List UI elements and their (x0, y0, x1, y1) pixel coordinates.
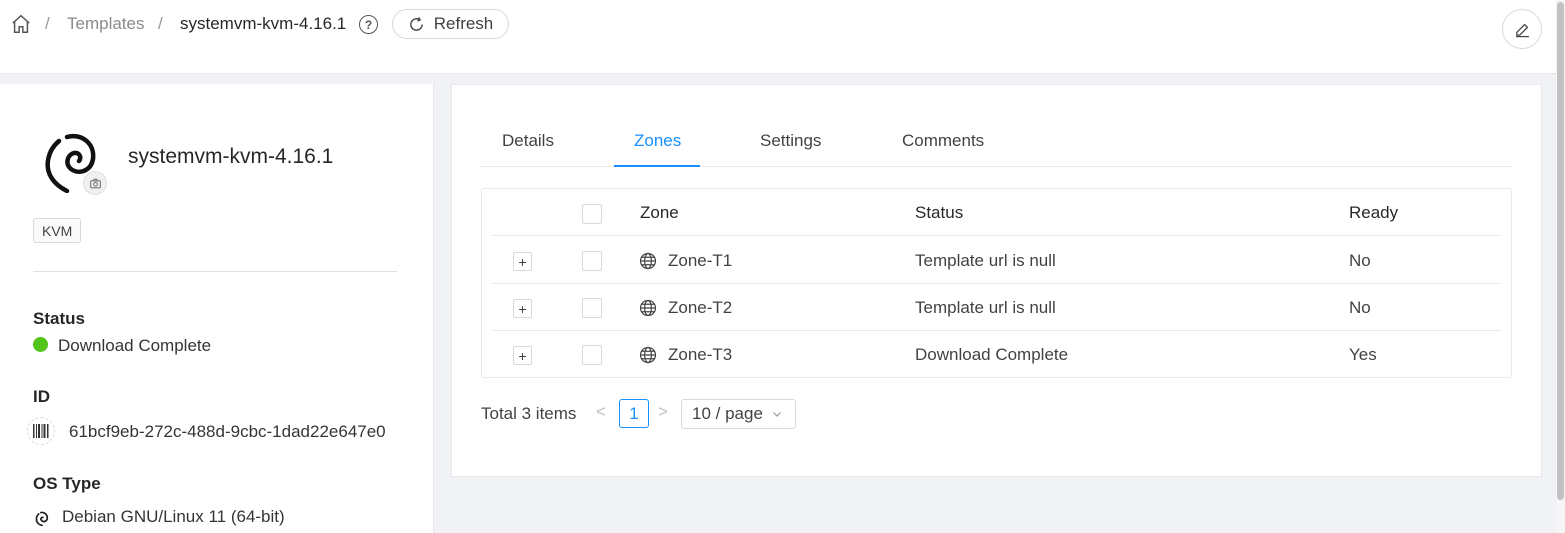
pagination-total: Total 3 items (481, 404, 577, 423)
tab-settings[interactable]: Settings (760, 131, 821, 151)
zone-ready: Yes (1349, 345, 1377, 364)
row-divider (492, 283, 1501, 284)
status-value: Download Complete (58, 336, 212, 355)
id-label: ID (33, 387, 50, 406)
debian-os-icon (35, 511, 49, 526)
tab-details[interactable]: Details (502, 131, 554, 151)
scrollbar-thumb[interactable] (1557, 2, 1564, 500)
page-size-select[interactable]: 10 / page (681, 399, 796, 429)
pagination-next-button[interactable]: > (658, 402, 668, 422)
refresh-button[interactable]: Refresh (392, 9, 509, 39)
zone-ready: No (1349, 298, 1371, 317)
column-header-ready[interactable]: Ready (1349, 203, 1398, 223)
row-divider (492, 235, 1501, 236)
breadcrumb-templates-link[interactable]: Templates (67, 0, 144, 48)
row-expand-button[interactable]: + (513, 252, 532, 271)
row-expand-button[interactable]: + (513, 299, 532, 318)
page-size-value: 10 / page (692, 404, 763, 423)
breadcrumb-separator: / (158, 14, 163, 33)
row-divider (492, 330, 1501, 331)
id-value: 61bcf9eb-272c-488d-9cbc-1dad22e647e0 (69, 422, 386, 441)
edit-icon (1515, 23, 1529, 37)
globe-icon (639, 299, 657, 317)
row-checkbox[interactable] (582, 251, 602, 271)
barcode-glyph (33, 424, 49, 438)
select-all-checkbox[interactable] (582, 204, 602, 224)
active-tab-indicator (614, 165, 700, 167)
change-icon-button[interactable] (83, 171, 107, 195)
zone-status: Template url is null (915, 298, 1056, 317)
breadcrumb-separator: / (45, 14, 50, 33)
home-icon[interactable] (10, 13, 32, 35)
chevron-down-icon (772, 412, 781, 417)
zone-name[interactable]: Zone-T1 (668, 251, 732, 271)
globe-icon (639, 346, 657, 364)
status-label: Status (33, 309, 85, 328)
zone-name[interactable]: Zone-T3 (668, 345, 732, 365)
zone-status: Template url is null (915, 251, 1056, 270)
column-header-status[interactable]: Status (915, 203, 963, 223)
camera-icon (89, 178, 101, 188)
reload-icon (409, 16, 423, 31)
zone-ready: No (1349, 251, 1371, 270)
edit-button[interactable] (1502, 9, 1542, 49)
tab-comments[interactable]: Comments (902, 131, 984, 151)
status-indicator (33, 337, 48, 352)
pagination-prev-button[interactable]: < (596, 402, 606, 422)
barcode-icon[interactable] (27, 417, 55, 445)
hypervisor-tag: KVM (33, 218, 82, 243)
zone-name[interactable]: Zone-T2 (668, 298, 732, 318)
row-checkbox[interactable] (582, 298, 602, 318)
refresh-label: Refresh (433, 14, 494, 33)
breadcrumb-current: systemvm-kvm-4.16.1 (180, 14, 347, 33)
globe-icon (639, 252, 657, 270)
help-icon[interactable]: ? (359, 15, 378, 34)
ostype-value: Debian GNU/Linux 11 (64-bit) (62, 507, 285, 526)
row-checkbox[interactable] (582, 345, 602, 365)
pagination-page-button[interactable]: 1 (619, 399, 649, 428)
column-header-zone[interactable]: Zone (640, 203, 679, 223)
resource-name: systemvm-kvm-4.16.1 (128, 145, 334, 168)
tab-zones[interactable]: Zones (634, 131, 681, 151)
page-header: / Templates / systemvm-kvm-4.16.1 ? Refr… (0, 0, 1556, 74)
ostype-label: OS Type (33, 474, 101, 493)
divider (33, 271, 397, 272)
zone-status: Download Complete (915, 345, 1069, 364)
row-expand-button[interactable]: + (513, 346, 532, 365)
